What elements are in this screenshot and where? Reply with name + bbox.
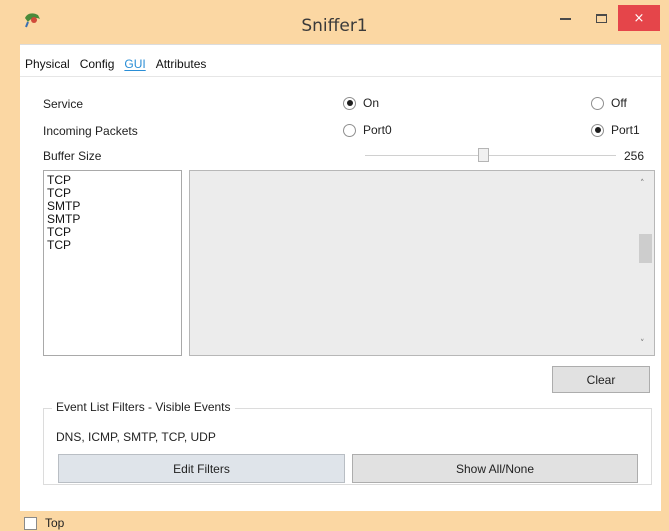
- radio-indicator: [591, 96, 604, 110]
- maximize-icon: [595, 13, 607, 23]
- scroll-down-icon[interactable]: ˅: [640, 339, 645, 349]
- event-filters-title: Event List Filters - Visible Events: [52, 400, 235, 414]
- port1-label: Port1: [611, 123, 640, 137]
- tab-gui[interactable]: GUI: [119, 54, 150, 76]
- close-button[interactable]: ×: [618, 5, 660, 31]
- top-checkbox-label: Top: [45, 516, 65, 530]
- tab-attributes[interactable]: Attributes: [151, 54, 212, 76]
- radio-indicator: [591, 123, 604, 137]
- scroll-up-icon[interactable]: ˄: [640, 179, 645, 189]
- vertical-scrollbar[interactable]: ˄ ˅: [637, 171, 654, 355]
- maximize-button[interactable]: [586, 5, 616, 31]
- buffer-size-slider-thumb[interactable]: [478, 148, 489, 162]
- minimize-icon: [559, 18, 571, 20]
- service-on-radio[interactable]: On: [343, 96, 379, 110]
- packet-detail-pane[interactable]: ˄ ˅: [189, 170, 655, 356]
- incoming-packets-label: Incoming Packets: [43, 124, 138, 138]
- close-icon: ×: [633, 10, 645, 26]
- buffer-size-slider-track[interactable]: [365, 155, 616, 156]
- packet-list[interactable]: TCP TCP SMTP SMTP TCP TCP: [43, 170, 182, 356]
- sniffer-window: Sniffer1 × Physical Config GUI Attribute…: [0, 0, 669, 531]
- visible-events-text: DNS, ICMP, SMTP, TCP, UDP: [56, 430, 216, 444]
- show-all-none-button[interactable]: Show All/None: [352, 454, 638, 483]
- tab-divider: [20, 76, 661, 77]
- radio-indicator: [343, 123, 356, 137]
- port1-radio[interactable]: Port1: [591, 123, 640, 137]
- scroll-thumb[interactable]: [639, 234, 652, 263]
- top-checkbox[interactable]: Top: [24, 516, 64, 530]
- buffer-size-value: 256: [624, 149, 645, 163]
- service-off-label: Off: [611, 96, 627, 110]
- title-bar[interactable]: Sniffer1 ×: [0, 0, 669, 44]
- tab-physical[interactable]: Physical: [20, 54, 75, 76]
- minimize-button[interactable]: [550, 5, 580, 31]
- edit-filters-button[interactable]: Edit Filters: [58, 454, 345, 483]
- port0-radio[interactable]: Port0: [343, 123, 392, 137]
- service-on-label: On: [363, 96, 380, 110]
- checkbox-box[interactable]: [24, 516, 37, 530]
- tab-config[interactable]: Config: [75, 54, 120, 76]
- service-label: Service: [43, 97, 84, 111]
- tab-bar: Physical Config GUI Attributes: [20, 54, 211, 76]
- clear-button[interactable]: Clear: [552, 366, 650, 393]
- port0-label: Port0: [363, 123, 392, 137]
- list-item[interactable]: TCP: [47, 239, 181, 252]
- radio-indicator: [343, 96, 356, 110]
- service-off-radio[interactable]: Off: [591, 96, 627, 110]
- buffer-size-label: Buffer Size: [43, 149, 102, 163]
- event-list-filters-group: Event List Filters - Visible Events DNS,…: [43, 400, 652, 485]
- window-content: Physical Config GUI Attributes Service O…: [20, 44, 661, 511]
